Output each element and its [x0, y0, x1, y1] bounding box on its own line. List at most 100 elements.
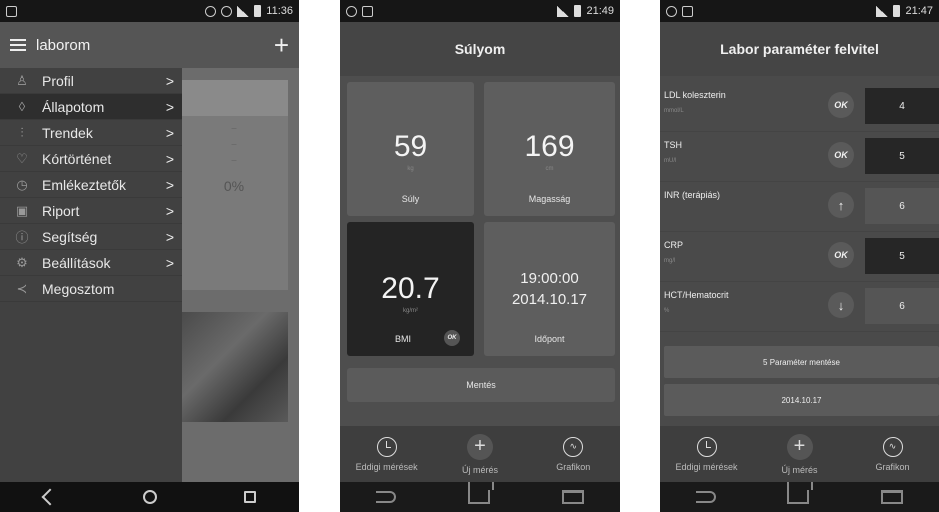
- value-field[interactable]: 5: [865, 138, 939, 174]
- clock-icon: [376, 436, 397, 457]
- menu-item-profil[interactable]: ♙ Profil >: [0, 68, 182, 94]
- bmi-tile[interactable]: 20.7 kg/m² BMI OK: [347, 222, 474, 356]
- param-row-tsh: TSH mU/l OK 5: [660, 132, 939, 182]
- chevron-right-icon: >: [165, 228, 174, 245]
- phone-weight-screen: 21:49 Súlyom 59 kg Súly 169 cm Magasság …: [340, 0, 620, 512]
- image-icon: [362, 5, 373, 17]
- phone-menu-screen: 11:36 — — — 0% laborom + ♙ Profil > ◊ Ál…: [0, 0, 299, 512]
- report-icon: ▣: [15, 202, 29, 218]
- battery-icon: [254, 5, 262, 17]
- height-tile[interactable]: 169 cm Magasság: [484, 82, 615, 216]
- menu-item-megosztom[interactable]: ≺ Megosztom: [0, 276, 182, 302]
- signal-icon: [876, 5, 889, 17]
- back-icon[interactable]: [376, 491, 396, 503]
- recents-icon[interactable]: [562, 490, 584, 504]
- menu-item-trendek[interactable]: ⫶ Trendek >: [0, 120, 182, 146]
- chevron-right-icon: >: [165, 150, 174, 167]
- save-button[interactable]: Mentés: [347, 368, 615, 402]
- app-content: — — — 0% laborom + ♙ Profil > ◊ Állapoto…: [0, 22, 299, 482]
- tab-grafikon[interactable]: ∿ Grafikon: [853, 436, 933, 472]
- background-percent: 0%: [223, 178, 245, 194]
- hamburger-menu-icon[interactable]: [10, 39, 26, 51]
- screen-title: Súlyom: [340, 22, 620, 76]
- weight-tile[interactable]: 59 kg Súly: [347, 82, 474, 216]
- bmi-value: 20.7: [381, 272, 440, 305]
- tab-uj-meres[interactable]: + Új mérés: [440, 433, 520, 475]
- bottom-tab-bar: Eddigi mérések + Új mérés ∿ Grafikon: [660, 426, 939, 482]
- tab-eddigi-meresek[interactable]: Eddigi mérések: [347, 436, 427, 472]
- save-params-button[interactable]: 5 Paraméter mentése: [664, 346, 939, 378]
- status-time: 11:36: [266, 5, 293, 17]
- app-title: laborom: [36, 36, 91, 54]
- menu-item-emlekeztetok[interactable]: ◷ Emlékeztetők >: [0, 172, 182, 198]
- background-card: — — — 0%: [180, 80, 288, 290]
- menu-item-kortortenet[interactable]: ♡ Kórtörténet >: [0, 146, 182, 172]
- notification-icon: [6, 5, 17, 17]
- date-button[interactable]: 2014.10.17: [664, 384, 939, 416]
- value-field[interactable]: 5: [865, 238, 939, 274]
- background-photo: [180, 312, 288, 422]
- arrow-down-icon[interactable]: ↓: [828, 292, 854, 318]
- back-icon[interactable]: [695, 491, 716, 503]
- time-tile[interactable]: 19:00:00 2014.10.17 Időpont: [484, 222, 615, 356]
- add-button[interactable]: +: [274, 32, 289, 58]
- status-time: 21:49: [586, 5, 614, 17]
- menu-item-segitseg[interactable]: ⓘ Segítség >: [0, 224, 182, 250]
- menu-item-allapotom[interactable]: ◊ Állapotom >: [0, 94, 182, 120]
- notification-icon: [666, 5, 677, 17]
- status-time: 21:47: [905, 5, 933, 17]
- param-row-hct: HCT/Hematocrit % ↓ 6: [660, 282, 939, 332]
- trend-icon: ⫶: [20, 124, 24, 140]
- status-ok-button[interactable]: OK: [828, 142, 854, 168]
- status-bar: 11:36: [0, 0, 299, 22]
- screen-title: Labor paraméter felvitel: [660, 22, 939, 76]
- chevron-right-icon: >: [165, 254, 174, 271]
- time-date: 2014.10.17: [511, 291, 588, 308]
- navigation-drawer: ♙ Profil > ◊ Állapotom > ⫶ Trendek > ♡ K…: [0, 68, 182, 482]
- bmi-unit: kg/m²: [403, 308, 418, 314]
- arrow-up-icon[interactable]: ↑: [828, 192, 854, 218]
- bottom-tab-bar: Eddigi mérések + Új mérés ∿ Grafikon: [340, 426, 620, 482]
- tab-grafikon[interactable]: ∿ Grafikon: [533, 436, 613, 472]
- stethoscope-icon: ♡: [16, 150, 28, 166]
- height-value: 169: [524, 130, 575, 163]
- graph-icon: ∿: [882, 436, 903, 457]
- home-icon[interactable]: [468, 482, 494, 504]
- param-row-ldl: LDL koleszterin mmol/L OK 4: [660, 82, 939, 132]
- system-nav-bar: [0, 482, 299, 512]
- value-field[interactable]: 6: [865, 188, 939, 224]
- weight-value: 59: [393, 130, 428, 163]
- param-row-inr: INR (terápiás) ↑ 6: [660, 182, 939, 232]
- menu-item-beallitasok[interactable]: ⚙ Beállítások >: [0, 250, 182, 276]
- home-icon[interactable]: [142, 490, 157, 504]
- value-field[interactable]: 6: [865, 288, 939, 324]
- params-panel: LDL koleszterin mmol/L OK 4 TSH mU/l OK …: [660, 76, 939, 426]
- status-ok-button[interactable]: OK: [828, 242, 854, 268]
- recents-icon[interactable]: [243, 491, 256, 503]
- height-unit: cm: [545, 166, 554, 172]
- gear-icon: ⚙: [16, 254, 28, 270]
- status-ok-button[interactable]: OK: [828, 92, 854, 118]
- alarm-icon: [221, 5, 233, 17]
- time-label: Időpont: [534, 334, 565, 344]
- chevron-right-icon: >: [165, 202, 174, 219]
- signal-icon: [237, 5, 250, 17]
- status-bar: 21:47: [660, 0, 939, 22]
- plus-icon: +: [786, 433, 813, 460]
- clock-icon: [696, 436, 717, 457]
- info-icon: ⓘ: [15, 230, 29, 245]
- image-icon: [682, 5, 693, 17]
- weight-label: Súly: [401, 194, 420, 204]
- back-icon[interactable]: [41, 488, 58, 506]
- app-bar: laborom +: [0, 22, 299, 68]
- recents-icon[interactable]: [881, 490, 904, 504]
- tab-eddigi-meresek[interactable]: Eddigi mérések: [667, 436, 747, 472]
- tab-uj-meres[interactable]: + Új mérés: [760, 433, 840, 475]
- value-field[interactable]: 4: [865, 88, 939, 124]
- menu-item-riport[interactable]: ▣ Riport >: [0, 198, 182, 224]
- home-icon[interactable]: [787, 482, 814, 504]
- chevron-right-icon: >: [165, 124, 174, 141]
- person-icon: ♙: [16, 72, 28, 88]
- chevron-right-icon: >: [165, 176, 174, 193]
- alarm-icon: ◷: [16, 176, 28, 192]
